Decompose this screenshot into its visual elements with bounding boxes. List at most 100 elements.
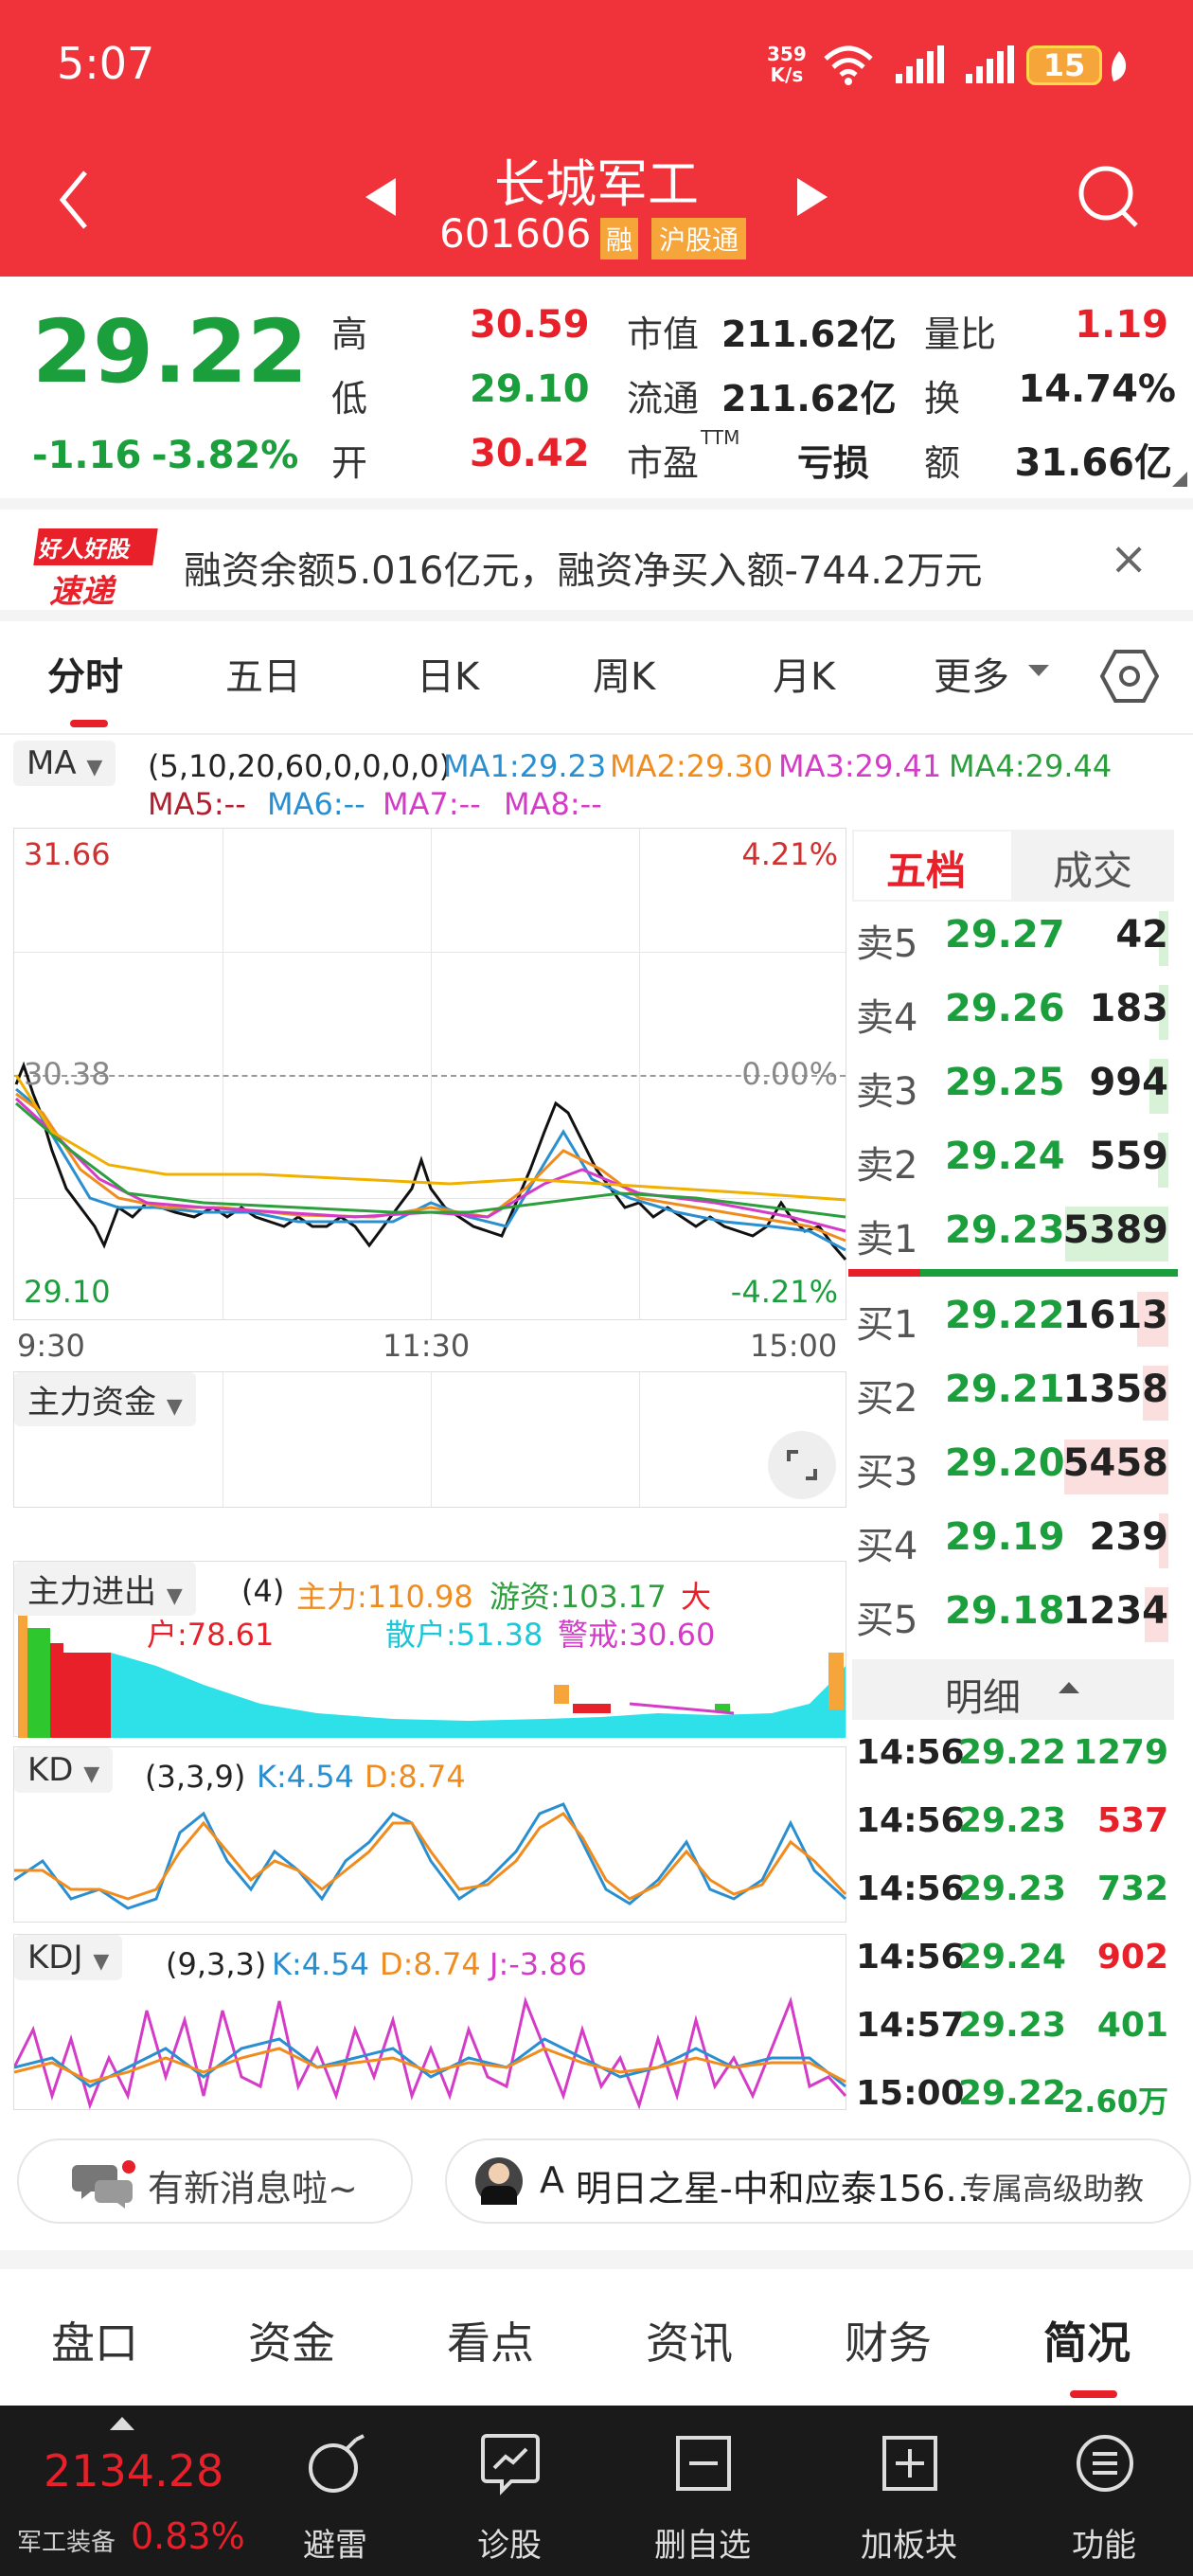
detail-title: 明细 xyxy=(945,1676,1021,1720)
bid-row[interactable]: 买4 29.19 239 xyxy=(852,1506,1174,1580)
y-max-price: 31.66 xyxy=(24,836,111,872)
ask-row[interactable]: 卖3 29.25 994 xyxy=(852,1051,1174,1125)
ma4-value: MA4:29.44 xyxy=(949,748,1113,784)
bid-row[interactable]: 买2 29.21 1358 xyxy=(852,1358,1174,1432)
high-label: 高 xyxy=(331,313,368,355)
tab-finance[interactable]: 财务 xyxy=(845,2309,932,2371)
flow-selector[interactable]: 主力进出 ▼ xyxy=(14,1562,196,1616)
tab-panko[interactable]: 盘口 xyxy=(51,2309,138,2371)
detail-row: 14:57 29.23 401 xyxy=(852,1996,1174,2065)
kdj-k: K:4.54 xyxy=(272,1946,370,1982)
ask-row[interactable]: 卖1 29.23 5389 xyxy=(852,1199,1174,1273)
leaf-icon xyxy=(1112,51,1127,81)
new-message-chip[interactable]: 有新消息啦~ xyxy=(17,2138,413,2224)
ask-row[interactable]: 卖4 29.26 183 xyxy=(852,977,1174,1051)
news-banner[interactable]: 好人好股 速递 融资余额5.016亿元，融资净买入额-744.2万元 × xyxy=(0,498,1193,621)
chevron-down-icon: ▼ xyxy=(86,756,103,779)
detail-row: 14:56 29.22 1279 xyxy=(852,1724,1174,1792)
fullscreen-button[interactable] xyxy=(768,1431,836,1499)
ma8-value: MA8:-- xyxy=(504,786,602,822)
search-icon[interactable] xyxy=(1074,161,1144,231)
avoid-risk-button[interactable]: 避雷 xyxy=(259,2406,411,2576)
mcap-label: 市值 xyxy=(627,313,700,355)
detail-row: 14:56 29.23 537 xyxy=(852,1792,1174,1860)
prev-stock-icon[interactable] xyxy=(362,176,400,218)
next-stock-icon[interactable] xyxy=(793,176,831,218)
news-close-icon[interactable]: × xyxy=(1110,532,1148,585)
detail-time: 14:57 xyxy=(856,2006,965,2045)
orderbook-divider-green xyxy=(920,1269,1178,1277)
tab-five-level[interactable]: 五档 xyxy=(886,839,966,897)
y-min-price: 29.10 xyxy=(24,1274,111,1310)
stock-code: 601606 xyxy=(439,210,592,257)
level-label: 卖1 xyxy=(856,1218,918,1261)
diagnose-label: 诊股 xyxy=(477,2527,542,2565)
advisor-avatar xyxy=(475,2157,523,2205)
ma-selector[interactable]: MA ▼ xyxy=(13,741,116,786)
tab-capital[interactable]: 资金 xyxy=(248,2309,335,2371)
add-sector-button[interactable]: 加板块 xyxy=(833,2406,985,2576)
intraday-chart[interactable]: 31.66 4.21% 30.38 0.00% 29.10 -4.21% xyxy=(13,828,847,1320)
tab-fenshi[interactable]: 分时 xyxy=(47,646,123,701)
y-min-pct: -4.21% xyxy=(730,1274,838,1310)
ma6-value: MA6:-- xyxy=(267,786,365,822)
bid-row[interactable]: 买5 29.18 1234 xyxy=(852,1580,1174,1654)
tab-overview[interactable]: 简况 xyxy=(1043,2309,1131,2371)
remove-watchlist-label: 删自选 xyxy=(654,2527,751,2565)
level-label: 卖2 xyxy=(856,1144,918,1188)
level-label: 买1 xyxy=(856,1303,918,1347)
level-price: 29.27 xyxy=(945,913,1065,957)
level-price: 29.23 xyxy=(945,1208,1065,1252)
detail-header[interactable]: 明细 xyxy=(852,1659,1174,1720)
avoid-risk-label: 避雷 xyxy=(303,2527,367,2565)
functions-button[interactable]: 功能 xyxy=(1028,2406,1180,2576)
tab-more[interactable]: 更多 xyxy=(934,646,1009,701)
back-icon[interactable] xyxy=(55,167,93,233)
amount-value: 31.66亿 xyxy=(1014,441,1172,485)
level-label: 卖3 xyxy=(856,1070,918,1114)
settings-icon[interactable] xyxy=(1100,648,1159,705)
orderbook-divider-red xyxy=(848,1269,920,1277)
remove-watchlist-button[interactable]: 删自选 xyxy=(627,2406,778,2576)
page: { "status_bar":{"time":"5:07","net_speed… xyxy=(0,0,1193,2576)
ask-row[interactable]: 卖5 29.27 42 xyxy=(852,903,1174,977)
detail-price: 29.22 xyxy=(958,1733,1066,1772)
diagnose-chart-icon xyxy=(481,2434,540,2496)
level-volume: 5458 xyxy=(1062,1441,1168,1485)
tab-day-k[interactable]: 日K xyxy=(417,646,479,701)
news-logo-top: 好人好股 xyxy=(33,528,158,565)
tab-five-day[interactable]: 五日 xyxy=(225,646,301,701)
advisor-chip[interactable]: A 明日之星-中和应泰156… 专属高级助教 xyxy=(445,2138,1191,2224)
last-price: 29.22 xyxy=(32,301,309,402)
level-volume: 1613 xyxy=(1062,1294,1168,1337)
advisor-prefix: A xyxy=(540,2159,564,2201)
tabs-divider xyxy=(0,733,1193,735)
ma1-value: MA1:29.23 xyxy=(443,748,607,784)
bomb-icon xyxy=(309,2434,365,2493)
diagnose-button[interactable]: 诊股 xyxy=(434,2406,585,2576)
flow-param: (4) xyxy=(241,1573,285,1609)
kd-selector[interactable]: KD ▼ xyxy=(14,1747,114,1793)
tab-news[interactable]: 资讯 xyxy=(646,2309,733,2371)
ask-row[interactable]: 卖2 29.24 559 xyxy=(852,1125,1174,1199)
kdj-selector[interactable]: KDJ ▼ xyxy=(14,1935,123,1980)
fund-selector[interactable]: 主力资金 ▼ xyxy=(14,1372,196,1426)
bid-row[interactable]: 买1 29.22 1613 xyxy=(852,1284,1174,1358)
level-price: 29.19 xyxy=(945,1515,1065,1559)
bid-row[interactable]: 买3 29.20 5458 xyxy=(852,1432,1174,1506)
expand-corner-icon[interactable] xyxy=(1170,470,1189,489)
chevron-down-icon: ▼ xyxy=(166,1395,183,1419)
flow-label: 主力进出 xyxy=(27,1573,156,1611)
signal-icon-2 xyxy=(966,45,1014,83)
chevron-down-icon: ▼ xyxy=(83,1762,100,1786)
index-value[interactable]: 2134.28 xyxy=(44,2445,223,2496)
tab-week-k[interactable]: 周K xyxy=(593,646,655,701)
pe-ttm-sup: TTM xyxy=(701,426,740,449)
tab-trades[interactable]: 成交 xyxy=(1053,839,1132,897)
level-price: 29.18 xyxy=(945,1589,1065,1633)
turnover-value: 14.74% xyxy=(1018,367,1176,411)
news-logo: 好人好股 速递 xyxy=(33,528,158,611)
tab-month-k[interactable]: 月K xyxy=(773,646,835,701)
tab-highlights[interactable]: 看点 xyxy=(447,2309,534,2371)
app-header: 5:07 359 K/s 15 长城军工 601606 融 沪股通 xyxy=(0,0,1193,277)
